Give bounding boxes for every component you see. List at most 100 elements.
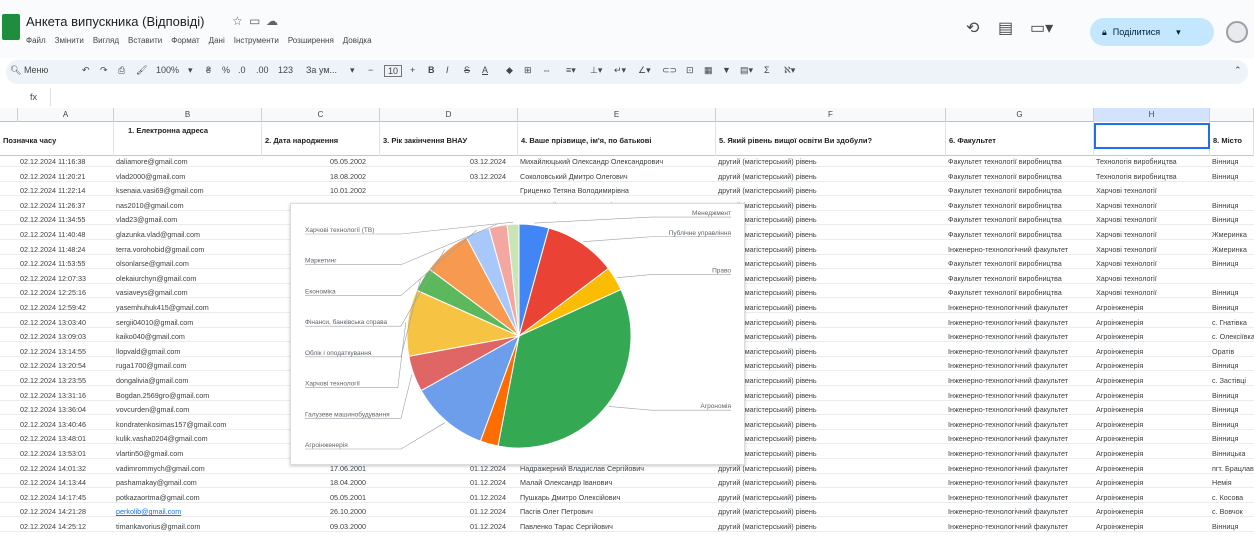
cell-email[interactable]: daliamore@gmail.com	[114, 156, 262, 167]
cell-faculty[interactable]: Інженерно-технологічний факультет	[946, 390, 1094, 401]
cell-email[interactable]: dongalivia@gmail.com	[114, 375, 262, 386]
cell-timestamp[interactable]: 02.12.2024 13:36:04	[18, 404, 114, 415]
table-views-icon[interactable]: ▤▾	[740, 65, 753, 76]
cell-timestamp[interactable]: 02.12.2024 14:01:32	[18, 463, 114, 474]
cell-city[interactable]: Вінниця	[1210, 433, 1254, 444]
text-color-icon[interactable]: A	[482, 65, 488, 75]
cell-timestamp[interactable]: 02.12.2024 11:16:38	[18, 156, 114, 167]
cell-specialty[interactable]: Агроінженерія	[1094, 404, 1210, 415]
cell-faculty[interactable]: Інженерно-технологічний факультет	[946, 375, 1094, 386]
cell-faculty[interactable]: Інженерно-технологічний факультет	[946, 477, 1094, 488]
cell-timestamp[interactable]: 02.12.2024 11:53:55	[18, 258, 114, 269]
cell-timestamp[interactable]: 02.12.2024 11:34:55	[18, 214, 114, 225]
cell-timestamp[interactable]: 02.12.2024 13:20:54	[18, 360, 114, 371]
cell-timestamp[interactable]: 02.12.2024 14:13:44	[18, 477, 114, 488]
cell-graduation-year[interactable]: 01.12.2024	[380, 477, 518, 488]
cell-specialty[interactable]: Харчові технології	[1094, 214, 1210, 225]
star-icon[interactable]: ☆	[232, 14, 243, 28]
cell-degree-level[interactable]: другий (магістерський) рівень	[716, 171, 946, 182]
cell-degree-level[interactable]: другий (магістерський) рівень	[716, 492, 946, 503]
cell-specialty[interactable]: Агроінженерія	[1094, 448, 1210, 459]
cell-email[interactable]: kaiko040@gmail.com	[114, 331, 262, 342]
cell-specialty[interactable]: Агроінженерія	[1094, 433, 1210, 444]
cell-birth-date[interactable]: 18.04.2000	[262, 477, 380, 488]
select-all-corner[interactable]	[0, 108, 18, 122]
cell-city[interactable]: Вінниця	[1210, 287, 1254, 298]
cell-faculty[interactable]: Інженерно-технологічний факультет	[946, 404, 1094, 415]
column-header-c[interactable]: C	[262, 108, 380, 122]
comments-icon[interactable]: ▤	[998, 18, 1013, 38]
paint-format-icon[interactable]: 🖌︎	[136, 65, 147, 76]
cell-degree-level[interactable]: другий (магістерський) рівень	[716, 346, 946, 357]
menu-edit[interactable]: Змінити	[55, 36, 84, 50]
cell-timestamp[interactable]: 02.12.2024 13:53:01	[18, 448, 114, 459]
chevron-down-icon[interactable]: ▾	[350, 65, 355, 76]
cell-timestamp[interactable]: 02.12.2024 12:07:33	[18, 273, 114, 284]
cell-birth-date[interactable]: 05.05.2001	[262, 492, 380, 503]
cell-faculty[interactable]: Інженерно-технологічний факультет	[946, 360, 1094, 371]
cell-city[interactable]: пгт. Брацлав	[1210, 463, 1254, 474]
cell-birth-date[interactable]: 05.05.2002	[262, 156, 380, 167]
cell-full-name[interactable]: Соколовський Дмитро Олегович	[518, 171, 716, 182]
menu-view[interactable]: Вигляд	[93, 36, 119, 50]
cell-city[interactable]: Вінниця	[1210, 156, 1254, 167]
cell-specialty[interactable]: Агроінженерія	[1094, 506, 1210, 517]
cell-specialty[interactable]: Агроінженерія	[1094, 331, 1210, 342]
cell-email[interactable]: ksenaia.vasi69@gmail.com	[114, 185, 262, 196]
link-icon[interactable]: ⊂⊃	[662, 65, 677, 76]
filter-icon[interactable]: ▼	[722, 65, 731, 75]
cell-timestamp[interactable]: 02.12.2024 11:40:48	[18, 229, 114, 240]
cell-faculty[interactable]: Інженерно-технологічний факультет	[946, 448, 1094, 459]
cell-faculty[interactable]: Інженерно-технологічний факультет	[946, 331, 1094, 342]
cell-degree-level[interactable]: другий (магістерський) рівень	[716, 419, 946, 430]
cell-specialty[interactable]: Технологія виробництва	[1094, 156, 1210, 167]
cell-degree-level[interactable]: другий (магістерський) рівень	[716, 433, 946, 444]
cell-timestamp[interactable]: 02.12.2024 13:14:55	[18, 346, 114, 357]
print-icon[interactable]: ⎙	[118, 65, 125, 76]
number-format-select[interactable]: 123	[278, 65, 293, 75]
valign-icon[interactable]: ⊥▾	[590, 65, 602, 76]
cell-specialty[interactable]: Агроінженерія	[1094, 492, 1210, 503]
sheets-logo[interactable]	[2, 14, 20, 40]
cell-birth-date[interactable]: 26.10.2000	[262, 506, 380, 517]
cloud-status-icon[interactable]: ☁	[266, 14, 278, 28]
cell-timestamp[interactable]: 02.12.2024 14:21:28	[18, 506, 114, 517]
cell-degree-level[interactable]: другий (магістерський) рівень	[716, 244, 946, 255]
cell-graduation-year[interactable]: 03.12.2024	[380, 171, 518, 182]
cell-faculty[interactable]: Інженерно-технологічний факультет	[946, 317, 1094, 328]
cell-timestamp[interactable]: 02.12.2024 13:09:03	[18, 331, 114, 342]
cell-city[interactable]: с. Косова	[1210, 492, 1254, 503]
cell-email[interactable]: timankavorius@gmail.com	[114, 521, 262, 532]
decimal-decrease-icon[interactable]: .0	[238, 65, 246, 75]
cell-timestamp[interactable]: 02.12.2024 13:23:55	[18, 375, 114, 386]
cell-timestamp[interactable]: 02.12.2024 13:48:01	[18, 433, 114, 444]
cell-full-name[interactable]: Гриценко Тетяна Володимирівна	[518, 185, 716, 196]
cell-city[interactable]: с. Застівці	[1210, 375, 1254, 386]
cell-degree-level[interactable]: другий (магістерський) рівень	[716, 317, 946, 328]
cell-specialty[interactable]: Харчові технології	[1094, 287, 1210, 298]
cell-city[interactable]: с. Олексіївка	[1210, 331, 1254, 342]
cell-email[interactable]: vlartin50@gmail.com	[114, 448, 262, 459]
cell-city[interactable]: Вінниця	[1210, 171, 1254, 182]
cell-faculty[interactable]: Факультет технології виробництва	[946, 287, 1094, 298]
collapse-toolbar-icon[interactable]: ⌃	[1234, 65, 1242, 76]
bold-icon[interactable]: B	[428, 65, 435, 75]
cell-city[interactable]: с. Вовчок	[1210, 506, 1254, 517]
cell-specialty[interactable]: Харчові технології	[1094, 200, 1210, 211]
rotate-icon[interactable]: ∠▾	[638, 65, 651, 76]
cell-email[interactable]: kulik.vasha0204@gmail.com	[114, 433, 262, 444]
cell-timestamp[interactable]: 02.12.2024 12:25:16	[18, 287, 114, 298]
header-timestamp[interactable]: Позначка часу	[0, 122, 114, 156]
comment-icon[interactable]: ⊡	[686, 65, 694, 76]
cell-graduation-year[interactable]: 01.12.2024	[380, 492, 518, 503]
cell-email[interactable]: glazunka.vlad@gmail.com	[114, 229, 262, 240]
cell-specialty[interactable]: Агроінженерія	[1094, 302, 1210, 313]
column-header-e[interactable]: E	[518, 108, 716, 122]
cell-email[interactable]: olsonlarse@gmail.com	[114, 258, 262, 269]
cell-city[interactable]	[1210, 185, 1254, 196]
cell-full-name[interactable]: Михайлюцький Олександр Олександрович	[518, 156, 716, 167]
italic-icon[interactable]: I	[446, 65, 449, 75]
cell-city[interactable]: Немія	[1210, 477, 1254, 488]
percent-icon[interactable]: %	[222, 65, 230, 75]
cell-email[interactable]: llopvald@gmail.com	[114, 346, 262, 357]
